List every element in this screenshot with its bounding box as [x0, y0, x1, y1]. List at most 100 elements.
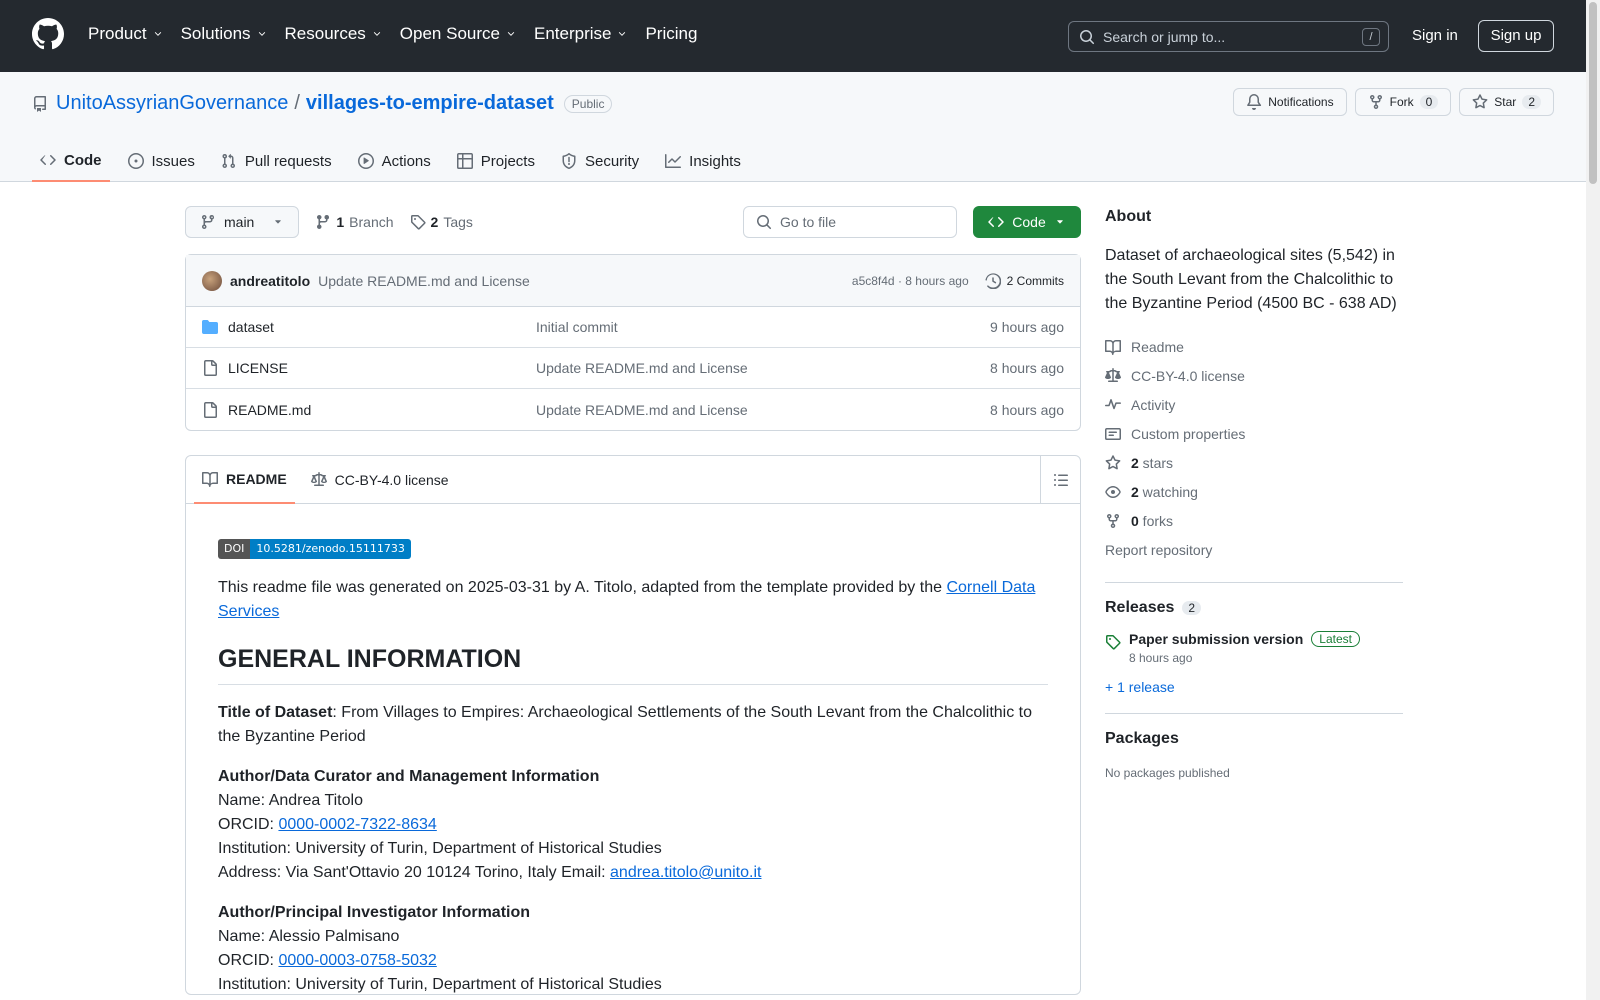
about-item-count: 0 — [1131, 512, 1139, 529]
curator-institution: Institution: University of Turin, Depart… — [218, 840, 662, 857]
about-item-label: CC-BY-4.0 license — [1131, 367, 1245, 384]
nav-resources[interactable]: Resources — [285, 24, 382, 44]
release-item[interactable]: Paper submission version Latest 8 hours … — [1105, 631, 1403, 665]
repo-tabs: Code Issues Pull requests Actions Projects Se… — [32, 140, 759, 182]
code-button[interactable]: Code — [973, 206, 1081, 238]
file-name-link[interactable]: dataset — [228, 319, 274, 335]
readme-panel: README CC-BY-4.0 license DOI 10.5281/zen… — [185, 455, 1081, 995]
fork-button[interactable]: Fork 0 — [1354, 88, 1452, 116]
notifications-label: Notifications — [1268, 95, 1334, 109]
file-name-link[interactable]: README.md — [228, 402, 311, 418]
search-icon — [1080, 29, 1095, 44]
tab-issues[interactable]: Issues — [120, 140, 203, 182]
table-icon — [456, 153, 473, 169]
file-name-link[interactable]: LICENSE — [228, 360, 288, 376]
star-button[interactable]: Star 2 — [1459, 88, 1554, 116]
tab-readme[interactable]: README — [194, 456, 295, 504]
tab-actions[interactable]: Actions — [350, 140, 439, 182]
table-row[interactable]: LICENSE Update README.md and License 8 hou… — [186, 348, 1080, 389]
notifications-button[interactable]: Notifications — [1233, 88, 1347, 116]
file-commit-message[interactable]: Update README.md and License — [536, 402, 990, 418]
about-item-label: watching — [1138, 483, 1198, 500]
play-icon — [357, 153, 374, 169]
tab-pull-requests[interactable]: Pull requests — [213, 140, 340, 182]
tab-projects[interactable]: Projects — [449, 140, 543, 182]
more-releases-link[interactable]: + 1 release — [1105, 679, 1403, 695]
sign-up-button[interactable]: Sign up — [1478, 20, 1554, 52]
sign-in-link[interactable]: Sign in — [1412, 27, 1458, 44]
divider — [1105, 713, 1403, 714]
pi-orcid-link[interactable]: 0000-0003-0758-5032 — [278, 952, 436, 969]
about-sidebar: About Dataset of archaeological sites (5… — [1105, 208, 1403, 780]
nav-enterprise[interactable]: Enterprise — [534, 24, 627, 44]
about-item-watching[interactable]: 2 watching — [1105, 477, 1403, 506]
go-to-file-input[interactable]: Go to file — [743, 206, 957, 238]
nav-open-source[interactable]: Open Source — [400, 24, 516, 44]
about-item-label: forks — [1138, 512, 1174, 529]
releases-heading[interactable]: Releases — [1105, 599, 1174, 617]
pi-info: Author/Principal Investigator Informatio… — [218, 901, 1048, 994]
report-repository-link[interactable]: Report repository — [1105, 535, 1403, 564]
branches-link[interactable]: 1 Branch — [315, 214, 394, 230]
folder-icon — [202, 320, 218, 334]
branch-select-button[interactable]: main — [185, 206, 300, 238]
law-icon — [310, 471, 327, 486]
repo-name-link[interactable]: villages-to-empire-dataset — [306, 92, 554, 115]
commits-link[interactable]: 2 Commits — [985, 272, 1064, 289]
tab-code[interactable]: Code — [32, 140, 110, 182]
about-item-custom-properties[interactable]: Custom properties — [1105, 419, 1403, 448]
about-item-cc-by-4-0-license[interactable]: CC-BY-4.0 license — [1105, 361, 1403, 390]
about-item-label: Readme — [1131, 338, 1184, 355]
repo-description: Dataset of archaeological sites (5,542) … — [1105, 247, 1397, 312]
shield-icon — [562, 153, 576, 169]
table-row[interactable]: dataset Initial commit 9 hours ago — [186, 307, 1080, 348]
fork-count: 0 — [1419, 95, 1439, 109]
table-row[interactable]: README.md Update README.md and License 8 h… — [186, 389, 1080, 430]
code-button-label: Code — [1012, 214, 1046, 230]
note-icon — [1105, 427, 1121, 440]
tab-insights[interactable]: Insights — [657, 140, 749, 182]
search-input[interactable]: Search or jump to... / — [1068, 21, 1389, 52]
commit-author[interactable]: andreatitolo — [230, 273, 310, 289]
branch-icon — [202, 214, 214, 230]
pi-name: Name: Alessio Palmisano — [218, 928, 400, 945]
commit-hash-time[interactable]: a5c8f4d · 8 hours ago — [852, 274, 969, 288]
tag-icon — [410, 215, 426, 230]
file-icon — [204, 360, 217, 376]
main-content: main 1 Branch 2 Tags Go to file Code and… — [185, 206, 1081, 995]
page-scrollbar[interactable] — [1586, 0, 1600, 1000]
nav-solutions[interactable]: Solutions — [181, 24, 267, 44]
eye-icon — [1105, 485, 1121, 498]
star-icon — [1472, 94, 1488, 109]
tags-link[interactable]: 2 Tags — [410, 214, 473, 230]
about-item-forks[interactable]: 0 forks — [1105, 506, 1403, 535]
doi-badge[interactable]: DOI 10.5281/zenodo.15111733 — [218, 539, 411, 559]
curator-email-link[interactable]: andrea.titolo@unito.it — [610, 864, 761, 881]
tab-label: Code — [64, 151, 102, 169]
about-item-activity[interactable]: Activity — [1105, 390, 1403, 419]
repo-owner-link[interactable]: UnitoAssyrianGovernance — [56, 92, 288, 115]
tab-license[interactable]: CC-BY-4.0 license — [303, 456, 457, 504]
tab-security[interactable]: Security — [553, 140, 647, 182]
commit-message[interactable]: Update README.md and License — [318, 273, 530, 289]
latest-badge: Latest — [1311, 631, 1360, 647]
github-logo-icon[interactable] — [32, 18, 64, 50]
about-item-stars[interactable]: 2 stars — [1105, 448, 1403, 477]
avatar[interactable] — [202, 270, 222, 291]
scrollbar-thumb[interactable] — [1589, 2, 1597, 184]
release-name[interactable]: Paper submission version — [1129, 631, 1303, 647]
outline-button[interactable] — [1040, 456, 1080, 504]
packages-heading[interactable]: Packages — [1105, 730, 1403, 748]
nav-product[interactable]: Product — [88, 24, 163, 44]
about-item-readme[interactable]: Readme — [1105, 332, 1403, 361]
about-item-label: Activity — [1131, 396, 1176, 413]
file-commit-message[interactable]: Initial commit — [536, 319, 990, 335]
nav-pricing[interactable]: Pricing — [645, 24, 697, 44]
curator-orcid-link[interactable]: 0000-0002-7322-8634 — [278, 816, 436, 833]
doi-badge-label: DOI — [218, 539, 251, 559]
file-age: 9 hours ago — [990, 319, 1064, 335]
book-icon — [202, 471, 218, 487]
branch-label: Branch — [349, 214, 394, 230]
file-commit-message[interactable]: Update README.md and License — [536, 360, 990, 376]
about-item-count: 2 — [1131, 454, 1139, 471]
